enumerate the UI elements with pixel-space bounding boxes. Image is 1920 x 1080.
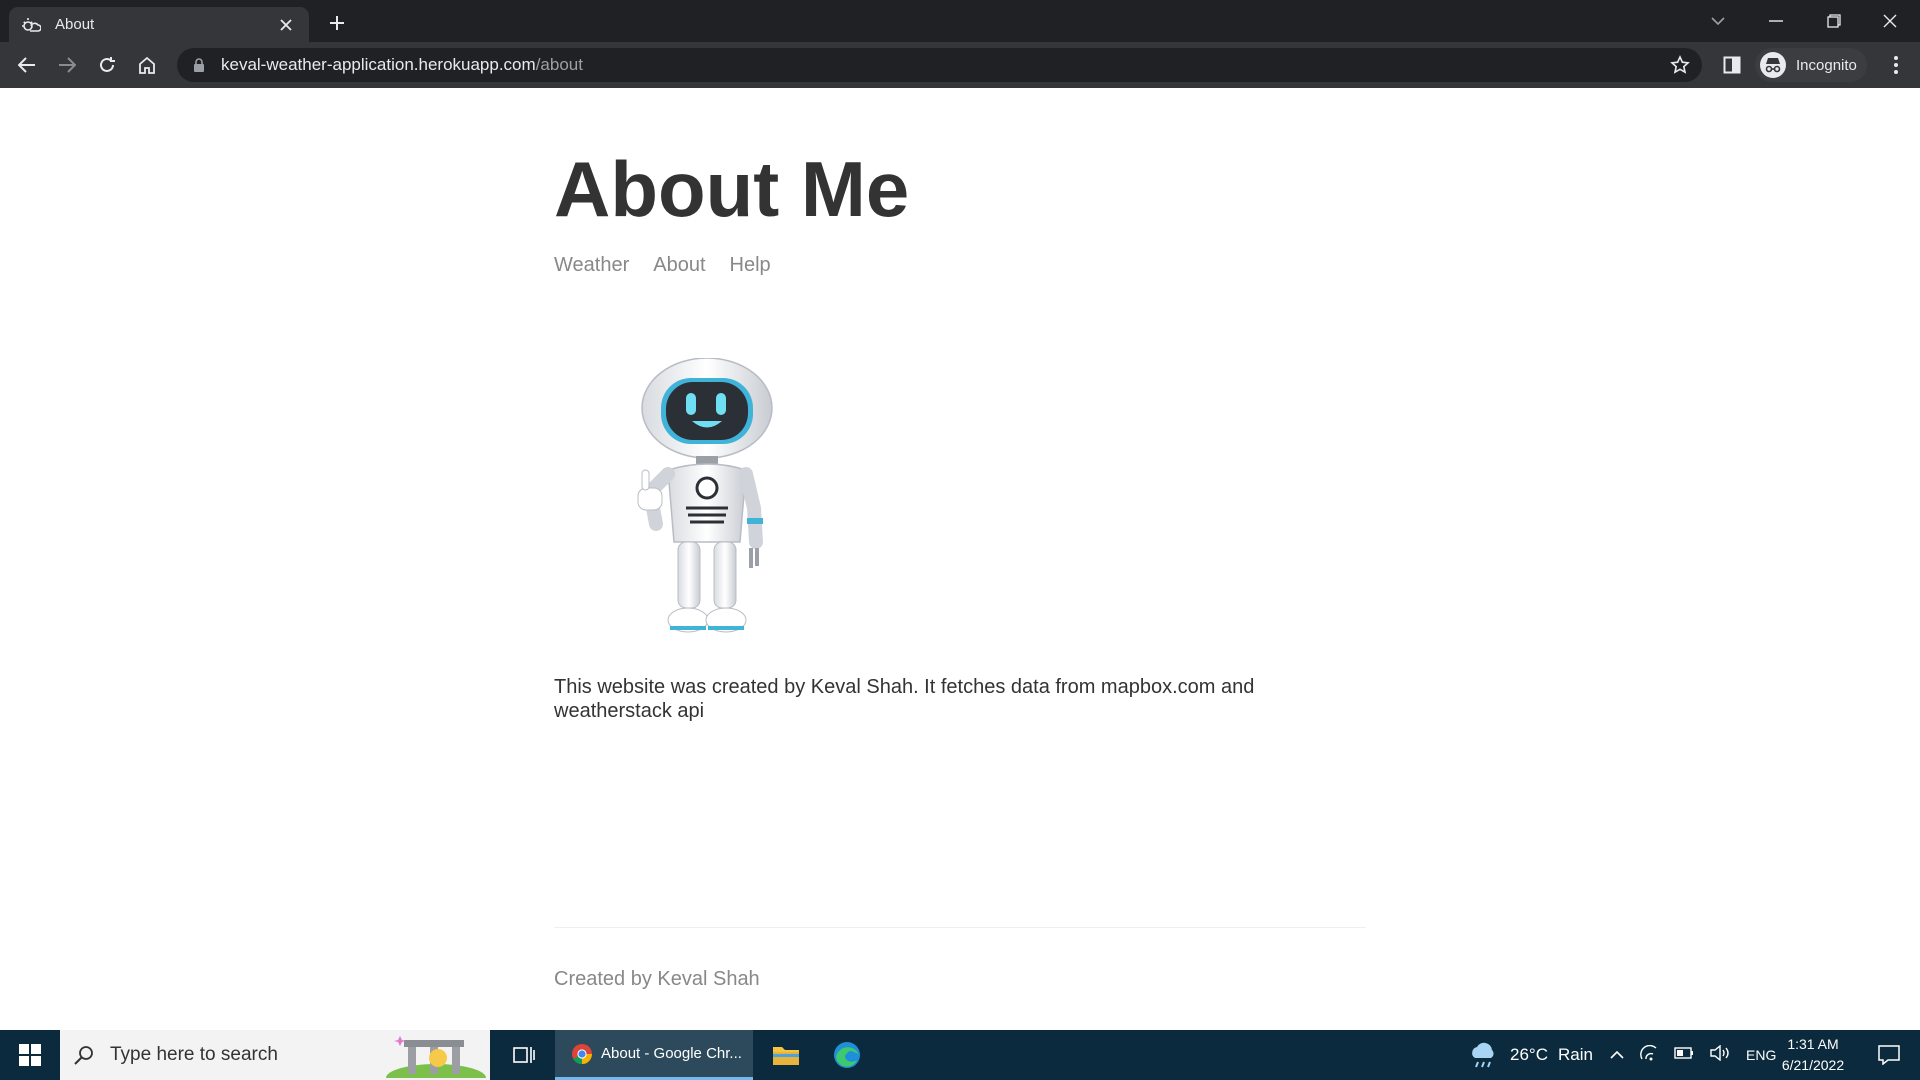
incognito-profile-button[interactable]: Incognito [1755, 48, 1867, 82]
site-nav: Weather About Help [554, 254, 771, 277]
browser-menu-icon[interactable] [1880, 49, 1912, 81]
browser-tab-bar: About [0, 0, 1920, 42]
weather-condition: Rain [1557, 1045, 1593, 1064]
browser-tab-about[interactable]: About [9, 7, 309, 42]
forward-button[interactable] [51, 49, 83, 81]
task-view-icon[interactable] [502, 1030, 546, 1080]
network-icon[interactable] [1640, 1044, 1658, 1066]
windows-start-icon[interactable] [0, 1030, 60, 1080]
tab-title: About [55, 16, 95, 33]
minimize-window-button[interactable] [1748, 0, 1804, 42]
clock-time: 1:31 AM [1787, 1036, 1839, 1052]
back-button[interactable] [11, 49, 43, 81]
volume-icon[interactable] [1710, 1044, 1730, 1066]
page-title: About Me [554, 145, 910, 233]
file-explorer-icon[interactable] [764, 1030, 808, 1080]
taskbar-clock[interactable]: 1:31 AM 6/21/2022 [1768, 1034, 1858, 1076]
taskbar-search-box[interactable]: Type here to search [60, 1030, 490, 1080]
footer-divider [554, 927, 1366, 928]
home-button[interactable] [131, 49, 163, 81]
weather-widget[interactable]: 26°C Rain [1468, 1030, 1593, 1080]
notifications-icon[interactable] [1864, 1030, 1914, 1080]
web-page: About Me Weather About Help This website… [0, 88, 1920, 1030]
chrome-icon [572, 1043, 593, 1064]
reload-button[interactable] [91, 49, 123, 81]
rain-cloud-icon [1472, 1042, 1494, 1068]
about-description: This website was created by Keval Shah. … [554, 676, 1255, 722]
search-highlight-illustration [386, 1036, 486, 1078]
taskbar-chrome-label: About - Google Chr... [601, 1045, 742, 1062]
footer-credit: Created by Keval Shah [554, 968, 760, 990]
show-hidden-icons-chevron-icon[interactable] [1610, 1046, 1624, 1064]
nav-link-help[interactable]: Help [730, 254, 771, 277]
system-tray: ENG [1610, 1030, 1776, 1080]
search-icon [74, 1046, 93, 1065]
profile-label: Incognito [1796, 56, 1857, 74]
tab-search-chevron-icon[interactable] [1690, 0, 1746, 42]
taskbar: Type here to search About - Google Chr..… [0, 1030, 1920, 1080]
restore-window-button[interactable] [1806, 0, 1862, 42]
edge-browser-icon[interactable] [825, 1030, 869, 1080]
clock-date: 6/21/2022 [1781, 1057, 1845, 1073]
robot-image [637, 358, 773, 633]
weather-favicon-icon [22, 17, 41, 32]
browser-toolbar: keval-weather-application.herokuapp.com /… [0, 42, 1920, 88]
address-bar[interactable]: keval-weather-application.herokuapp.com /… [177, 48, 1702, 82]
side-panel-button[interactable] [1716, 49, 1748, 81]
lock-icon[interactable] [191, 57, 207, 73]
taskbar-chrome-window[interactable]: About - Google Chr... [555, 1030, 753, 1080]
battery-icon[interactable] [1674, 1046, 1694, 1064]
url-path: /about [535, 55, 583, 74]
nav-link-about[interactable]: About [653, 254, 705, 277]
nav-link-weather[interactable]: Weather [554, 254, 629, 277]
close-window-button[interactable] [1862, 0, 1918, 42]
weather-temperature: 26°C [1510, 1045, 1548, 1064]
new-tab-button[interactable] [322, 8, 352, 38]
incognito-icon [1760, 52, 1786, 78]
search-placeholder: Type here to search [110, 1044, 278, 1065]
bookmark-star-icon[interactable] [1670, 55, 1690, 80]
url-host: keval-weather-application.herokuapp.com [221, 55, 536, 74]
close-tab-icon[interactable] [275, 14, 297, 36]
